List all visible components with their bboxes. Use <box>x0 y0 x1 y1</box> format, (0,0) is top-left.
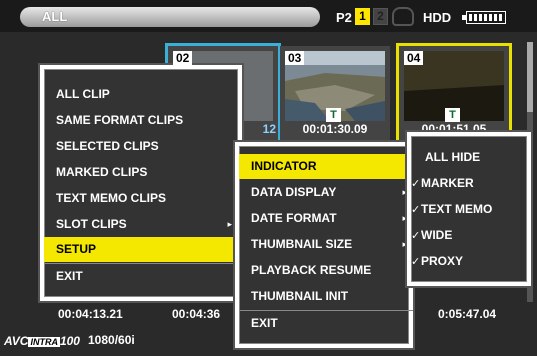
clip-timecode: 00:04:36 <box>172 307 221 321</box>
clip-timecode: 00:01:30.09 <box>302 122 368 136</box>
submenu-arrow-icon: ▸ <box>227 219 232 229</box>
submenu-item-thumbnail-size[interactable]: THUMBNAIL SIZE ▸ <box>235 232 413 257</box>
clip-timecode: 00:04:13.21 <box>58 307 123 321</box>
menu-item-setup[interactable]: SETUP ▸ <box>44 237 238 262</box>
submenu-item-thumbnail-init[interactable]: THUMBNAIL INIT <box>235 284 413 309</box>
indicator-item-marker[interactable]: ✓MARKER <box>407 171 531 196</box>
battery-icon <box>462 11 506 24</box>
menu-item-exit[interactable]: EXIT <box>40 264 238 289</box>
hdd-label: HDD <box>423 10 452 25</box>
indicator-item-text-memo[interactable]: ✓TEXT MEMO <box>407 197 531 222</box>
indicator-item-proxy[interactable]: ✓PROXY <box>407 249 531 274</box>
menu-item-same-format-clips[interactable]: SAME FORMAT CLIPS <box>40 108 238 133</box>
check-icon: ✓ <box>411 256 421 268</box>
submenu-item-exit[interactable]: EXIT <box>235 311 413 336</box>
codec-label: AVC INTRA 100 <box>4 334 80 348</box>
menu-item-all-clip[interactable]: ALL CLIP <box>40 82 238 107</box>
text-memo-marker-icon: T <box>445 108 460 122</box>
thumbnail-clip-03[interactable]: 03 T 00:01:30.09 <box>280 46 390 141</box>
check-icon: ✓ <box>411 204 421 216</box>
text-memo-marker-icon: T <box>326 108 341 122</box>
clip-timecode: 0:05:47.04 <box>438 307 497 321</box>
thumbnail-clip-04[interactable]: 04 T 00:01:51.05 <box>396 43 512 144</box>
menu-item-selected-clips[interactable]: SELECTED CLIPS <box>40 134 238 159</box>
slot-1-indicator[interactable]: 1 <box>355 8 370 25</box>
slot-2-indicator[interactable]: 2 <box>373 8 388 25</box>
submenu-arrow-icon: ▸ <box>227 244 232 254</box>
indicator-item-wide[interactable]: ✓WIDE <box>407 223 531 248</box>
hdd-icon <box>392 7 414 26</box>
video-format: 1080/60i <box>88 333 135 347</box>
scrollbar-thumb[interactable] <box>527 42 533 112</box>
clip-browser-screen: ALL P2 1 2 HDD 02 12 03 T 00:01:30.09 04… <box>0 0 537 356</box>
submenu-item-date-format[interactable]: DATE FORMAT ▸ <box>235 206 413 231</box>
check-icon: ✓ <box>411 230 421 242</box>
clip-number: 02 <box>173 51 193 65</box>
submenu-item-data-display[interactable]: DATA DISPLAY ▸ <box>235 180 413 205</box>
indicator-submenu: ALL HIDE ✓MARKER ✓TEXT MEMO ✓WIDE ✓PROXY <box>405 130 533 288</box>
menu-item-slot-clips[interactable]: SLOT CLIPS ▸ <box>40 212 238 237</box>
setup-submenu: INDICATOR ▸ DATA DISPLAY ▸ DATE FORMAT ▸… <box>233 140 415 350</box>
clip-number: 04 <box>404 51 424 65</box>
check-icon: ✓ <box>411 178 421 190</box>
menu-item-marked-clips[interactable]: MARKED CLIPS <box>40 160 238 185</box>
media-label: P2 <box>336 10 352 25</box>
top-bar: ALL P2 1 2 HDD <box>0 0 537 32</box>
clip-number: 03 <box>285 51 305 65</box>
menu-item-text-memo-clips[interactable]: TEXT MEMO CLIPS <box>40 186 238 211</box>
submenu-item-playback-resume[interactable]: PLAYBACK RESUME <box>235 258 413 283</box>
submenu-item-indicator[interactable]: INDICATOR ▸ <box>239 154 413 179</box>
main-menu: ALL CLIP SAME FORMAT CLIPS SELECTED CLIP… <box>38 63 244 303</box>
view-title: ALL <box>20 7 320 27</box>
indicator-item-all-hide[interactable]: ALL HIDE <box>407 145 531 170</box>
